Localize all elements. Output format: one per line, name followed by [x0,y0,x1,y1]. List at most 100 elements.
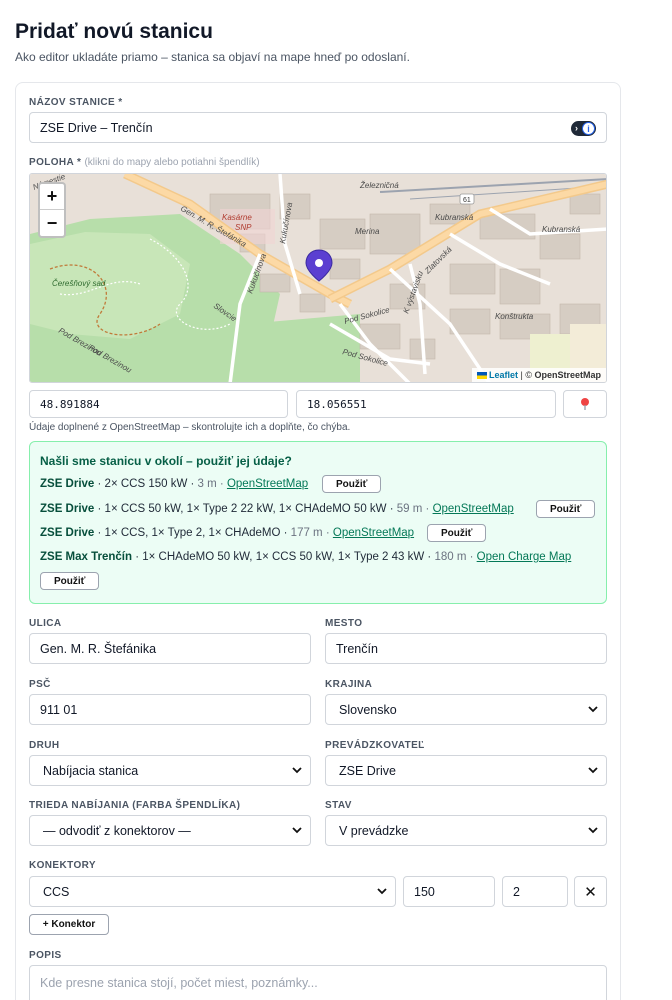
add-connector-button[interactable]: + Konektor [29,914,109,935]
zoom-in-button[interactable]: + [40,184,64,210]
map-label-snp: SNP [235,223,252,232]
connector-power-input[interactable]: 150 [403,876,495,907]
map-label-kasarne: Kasárne [222,213,252,222]
suggestion-sep: · [322,527,333,539]
zip-label: PSČ [29,679,51,690]
suggestion-row: ZSE Drive · 1× CCS, 1× Type 2, 1× CHAdeM… [40,527,414,539]
suggestion-source-link[interactable]: OpenStreetMap [227,478,308,490]
charge-class-label: TRIEDA NABÍJANIA (FARBA ŠPENDLÍKA) [29,800,241,811]
map[interactable]: Gen. M. R. Štefánika Kasárne SNP Merina … [29,173,607,383]
use-suggestion-button[interactable]: Použiť [536,500,596,518]
connector-type-value: CCS [43,884,70,899]
latitude-value: 48.891884 [40,397,100,411]
map-tiles[interactable]: Gen. M. R. Štefánika Kasárne SNP Merina … [30,174,607,383]
operator-value: ZSE Drive [339,763,396,778]
chevron-down-icon [292,827,302,834]
latitude-input[interactable]: 48.891884 [29,390,288,418]
connector-count-input[interactable]: 2 [502,876,568,907]
locate-pin-button[interactable] [563,390,607,418]
station-name-input[interactable]: ZSE Drive – Trenčín › i [29,112,607,143]
page-title: Pridať novú stanicu [15,20,213,43]
use-suggestion-button[interactable]: Použiť [322,475,382,493]
page-subtitle: Ako editor ukladáte priamo – stanica sa … [15,50,410,64]
location-label: POLOHA * (klikni do mapy alebo potiahni … [29,157,260,168]
kind-label: DRUH [29,740,60,751]
chevron-down-icon [588,706,598,713]
suggestion-name: ZSE Drive [40,478,95,490]
location-hint: (klikni do mapy alebo potiahni špendlík) [84,157,260,168]
street-value: Gen. M. R. Štefánika [40,641,157,656]
pushpin-icon [581,398,589,410]
suggestion-source-link[interactable]: OpenStreetMap [433,503,514,515]
operator-label: PREVÁDZKOVATEĽ [325,740,425,751]
description-label: POPIS [29,950,62,961]
suggestion-row: ZSE Drive · 2× CCS 150 kW · 3 m · OpenSt… [40,478,308,490]
map-zoom-control[interactable]: + − [38,182,66,238]
country-value: Slovensko [339,702,397,717]
ukraine-flag-icon [476,372,487,380]
longitude-value: 18.056551 [307,397,367,411]
suggestion-sep: · [422,503,433,515]
street-input[interactable]: Gen. M. R. Štefánika [29,633,311,664]
map-label-zeleznicna: Železničná [359,181,399,190]
kind-value: Nabíjacia stanica [43,763,139,778]
map-label-kubranska2: Kubranská [542,225,581,234]
nearby-suggestions: Našli sme stanicu v okolí – použiť jej ú… [29,441,607,604]
attribution-separator: | © [520,370,532,380]
zoom-out-button[interactable]: − [40,210,64,236]
password-manager-icon[interactable]: › i [571,121,596,136]
map-label-sady: Čerešňový sad [52,279,106,288]
suggestion-name: ZSE Max Trenčín [40,551,133,563]
connectors-label: KONEKTORY [29,860,96,871]
map-label-konstrukta: Konštrukta [495,312,534,321]
connector-power-value: 150 [414,884,435,899]
suggestion-distance: 59 m [396,503,423,515]
status-value: V prevádzke [339,823,409,838]
city-value: Trenčín [336,641,378,656]
charge-class-value: — odvodiť z konektorov — [43,823,191,838]
suggestion-details: · 1× CCS 50 kW, 1× Type 2 22 kW, 1× CHAd… [94,503,397,515]
osm-attribution-link[interactable]: OpenStreetMap [534,370,601,380]
zip-value: 911 01 [40,702,78,717]
suggestion-sep: · [216,478,227,490]
chevron-down-icon [588,827,598,834]
suggestion-distance: 3 m [197,478,217,490]
connector-type-select[interactable]: CCS [29,876,396,907]
suggestions-title: Našli sme stanicu v okolí – použiť jej ú… [40,454,292,468]
osm-prefill-note: Údaje doplnené z OpenStreetMap – skontro… [29,422,351,433]
suggestion-source-link[interactable]: OpenStreetMap [333,527,414,539]
close-icon: ✕ [584,883,597,901]
suggestion-name: ZSE Drive [40,527,95,539]
connector-count-value: 2 [513,884,520,899]
longitude-input[interactable]: 18.056551 [296,390,556,418]
leaflet-link[interactable]: Leaflet [489,370,518,380]
station-name-value: ZSE Drive – Trenčín [40,120,153,135]
description-placeholder: Kde presne stanica stojí, počet miest, p… [40,976,318,990]
station-name-label: NÁZOV STANICE * [29,97,123,108]
country-select[interactable]: Slovensko [325,694,607,725]
location-label-text: POLOHA * [29,157,82,168]
suggestion-details: · 1× CHAdeMO 50 kW, 1× CCS 50 kW, 1× Typ… [132,551,435,563]
description-textarea[interactable]: Kde presne stanica stojí, počet miest, p… [29,965,607,1000]
city-label: MESTO [325,618,363,629]
zip-input[interactable]: 911 01 [29,694,311,725]
charge-class-select[interactable]: — odvodiť z konektorov — [29,815,311,846]
chevron-down-icon [292,767,302,774]
country-label: KRAJINA [325,679,373,690]
use-suggestion-button[interactable]: Použiť [40,572,100,590]
suggestion-source-link[interactable]: Open Charge Map [477,551,572,563]
map-label-kubranska: Kubranská [435,213,474,222]
suggestion-distance: 177 m [290,527,323,539]
suggestion-distance: 180 m [434,551,467,563]
suggestion-name: ZSE Drive [40,503,95,515]
suggestion-details: · 1× CCS, 1× Type 2, 1× CHAdeMO · [94,527,291,539]
suggestion-details: · 2× CCS 150 kW · [94,478,198,490]
kind-select[interactable]: Nabíjacia stanica [29,755,311,786]
remove-connector-button[interactable]: ✕ [574,876,607,907]
status-select[interactable]: V prevádzke [325,815,607,846]
operator-select[interactable]: ZSE Drive [325,755,607,786]
status-label: STAV [325,800,352,811]
use-suggestion-button[interactable]: Použiť [427,524,487,542]
map-label-merina: Merina [355,227,380,236]
city-input[interactable]: Trenčín [325,633,607,664]
